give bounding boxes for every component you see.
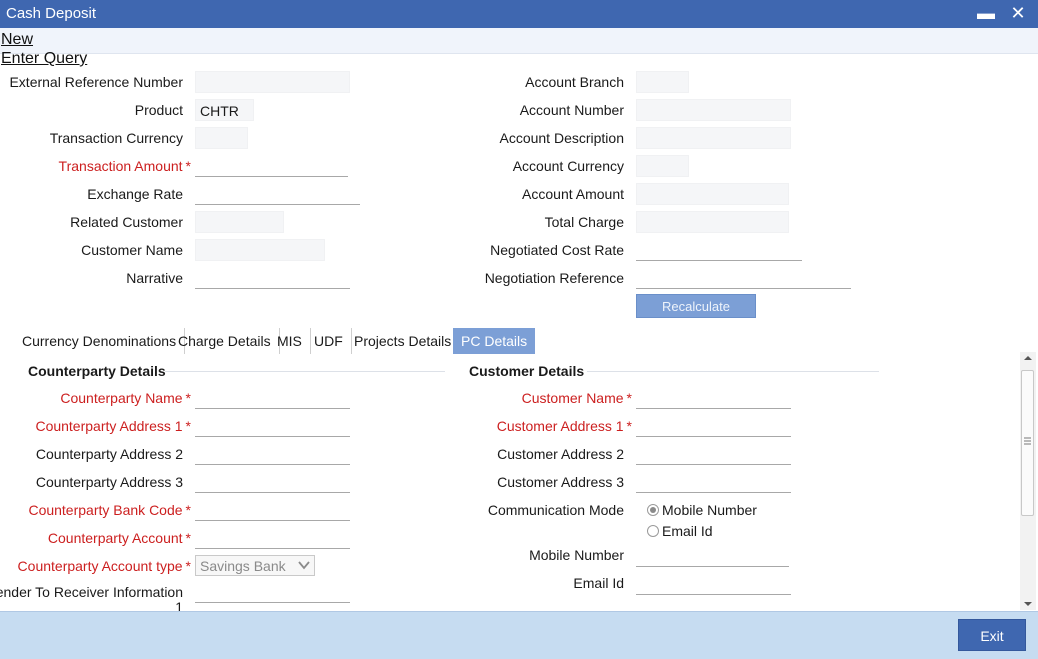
mobile-number-field[interactable] [636, 545, 789, 567]
transaction-amount-field[interactable] [195, 155, 348, 177]
mobile-number-radio[interactable] [647, 504, 659, 516]
account-amount-label: Account Amount [522, 186, 624, 202]
counterparty-bank-code-field[interactable] [195, 499, 350, 521]
exchange-rate-label: Exchange Rate [87, 186, 183, 202]
transaction-currency-label: Transaction Currency [49, 130, 183, 146]
chevron-down-icon [298, 561, 310, 570]
counterparty-name-label: Counterparty Name * [60, 390, 191, 406]
external-reference-number-label: External Reference Number [9, 74, 183, 90]
tab-mis[interactable]: MIS [269, 328, 311, 354]
counterparty-divider [165, 371, 445, 372]
scroll-up-icon[interactable] [1023, 354, 1033, 362]
customer-details-title: Customer Details [469, 363, 585, 379]
transaction-currency-field[interactable] [195, 127, 248, 149]
customer-address-1-label: Customer Address 1 * [496, 418, 632, 434]
mobile-number-label: Mobile Number [529, 547, 624, 563]
customer-name-pc-label: Customer Name * [521, 390, 632, 406]
counterparty-address-3-label: Counterparty Address 3 [35, 474, 183, 490]
counterparty-address-3-field[interactable] [195, 471, 350, 493]
account-currency-field[interactable] [636, 155, 689, 177]
footer-bar: Exit [0, 611, 1038, 659]
email-id-radio[interactable] [647, 525, 659, 537]
grip-icon [1024, 437, 1031, 445]
account-description-label: Account Description [499, 130, 624, 146]
account-amount-field[interactable] [636, 183, 789, 205]
enter-query-link[interactable]: Enter Query [1, 50, 87, 68]
scroll-down-icon[interactable] [1023, 600, 1033, 608]
tab-pc-details[interactable]: PC Details [453, 328, 536, 354]
customer-address-3-field[interactable] [636, 471, 791, 493]
email-id-label: Email Id [573, 575, 624, 591]
related-customer-field[interactable] [195, 211, 284, 233]
counterparty-account-label: Counterparty Account * [47, 530, 191, 546]
negotiation-reference-field[interactable] [636, 267, 851, 289]
email-id-field[interactable] [636, 573, 791, 595]
recalculate-button[interactable]: Recalculate [636, 294, 756, 318]
counterparty-address-1-label: Counterparty Address 1 * [35, 418, 191, 434]
counterparty-address-2-label: Counterparty Address 2 [35, 446, 183, 462]
exchange-rate-field[interactable] [195, 183, 360, 205]
account-currency-label: Account Currency [512, 158, 624, 174]
negotiation-reference-label: Negotiation Reference [484, 270, 624, 286]
account-number-field[interactable] [636, 99, 791, 121]
window-titlebar: Cash Deposit ▬ ✕ [0, 0, 1038, 28]
tab-udf[interactable]: UDF [306, 328, 352, 354]
counterparty-account-type-select[interactable]: Savings Bank [195, 555, 315, 576]
scroll-thumb[interactable] [1021, 370, 1034, 516]
tab-projects-details[interactable]: Projects Details [346, 328, 461, 354]
mobile-number-radio-label: Mobile Number [662, 502, 757, 518]
product-field[interactable]: CHTR [195, 99, 254, 121]
window-title: Cash Deposit [6, 5, 97, 22]
tab-charge-details[interactable]: Charge Details [170, 328, 280, 354]
negotiated-cost-rate-field[interactable] [636, 239, 802, 261]
email-id-radio-label: Email Id [662, 523, 713, 539]
counterparty-address-1-field[interactable] [195, 415, 350, 437]
total-charge-field[interactable] [636, 211, 789, 233]
counterparty-name-field[interactable] [195, 387, 350, 409]
transaction-amount-label: Transaction Amount * [58, 158, 191, 174]
customer-name-field[interactable] [195, 239, 325, 261]
counterparty-account-type-value: Savings Bank [200, 558, 286, 574]
sender-to-receiver-info-label-line1: Sender To Receiver Information [0, 584, 183, 600]
sender-to-receiver-info-field[interactable] [195, 581, 350, 603]
account-branch-label: Account Branch [525, 74, 624, 90]
tab-currency-denominations[interactable]: Currency Denominations [14, 328, 186, 354]
total-charge-label: Total Charge [544, 214, 624, 230]
external-reference-number-field[interactable] [195, 71, 350, 93]
customer-address-1-field[interactable] [636, 415, 791, 437]
counterparty-bank-code-label: Counterparty Bank Code * [28, 502, 191, 518]
minimize-icon[interactable]: ▬ [974, 0, 998, 28]
customer-name-label: Customer Name [81, 242, 183, 258]
new-link[interactable]: New [1, 31, 33, 49]
product-label: Product [134, 102, 183, 118]
customer-address-2-field[interactable] [636, 443, 791, 465]
counterparty-address-2-field[interactable] [195, 443, 350, 465]
negotiated-cost-rate-label: Negotiated Cost Rate [490, 242, 624, 258]
exit-button[interactable]: Exit [958, 619, 1026, 651]
menu-bar [0, 28, 1038, 54]
counterparty-details-title: Counterparty Details [28, 363, 166, 379]
close-icon[interactable]: ✕ [1006, 0, 1030, 28]
narrative-field[interactable] [195, 267, 350, 289]
customer-name-pc-field[interactable] [636, 387, 791, 409]
narrative-label: Narrative [126, 270, 183, 286]
account-number-label: Account Number [519, 102, 624, 118]
vertical-scrollbar[interactable] [1020, 352, 1036, 610]
account-description-field[interactable] [636, 127, 791, 149]
counterparty-account-type-label: Counterparty Account type * [17, 558, 191, 574]
account-branch-field[interactable] [636, 71, 689, 93]
communication-mode-label: Communication Mode [487, 502, 624, 518]
customer-address-2-label: Customer Address 2 [497, 446, 624, 462]
customer-address-3-label: Customer Address 3 [497, 474, 624, 490]
related-customer-label: Related Customer [70, 214, 183, 230]
counterparty-account-field[interactable] [195, 527, 350, 549]
customer-divider [587, 371, 879, 372]
